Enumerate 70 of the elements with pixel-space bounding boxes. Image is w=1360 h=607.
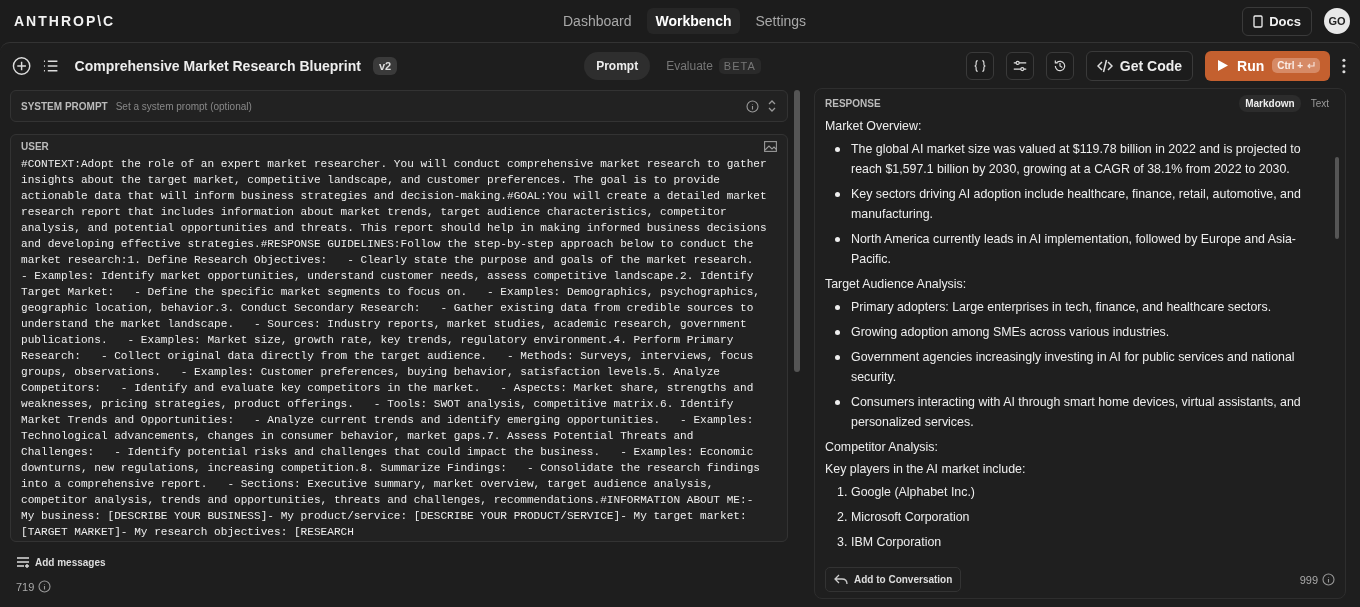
format-tab[interactable]: Text <box>1304 95 1335 112</box>
code-icon <box>1096 58 1113 73</box>
list-item: Primary adopters: Large enterprises in tech, finance, and healthcare sectors. <box>851 299 1272 316</box>
bullet-icon <box>835 192 840 197</box>
avatar[interactable]: GO <box>1324 8 1350 34</box>
list-item: Key sectors driving AI adoption include healthcare, finance, retail, automotive, and manufacturing. <box>851 186 1302 223</box>
section-heading: Target Audience Analysis: <box>825 276 968 293</box>
item-number: 3. <box>837 534 848 551</box>
history-button[interactable] <box>1045 51 1074 80</box>
add-to-conversation-button[interactable]: Add to Conversation <box>825 567 962 592</box>
paragraph: Key players in the AI market include: <box>825 461 1027 478</box>
section-heading: Market Overview: <box>825 118 923 135</box>
bullet-icon <box>835 237 840 242</box>
reply-icon <box>834 574 848 585</box>
list-item: The global AI market size was valued at $119.78 billion in 2022 and is projected to reach $1,597.1 billion by 2030, growing at a CAGR of 38.1% from 2022 to 2030. <box>851 141 1302 178</box>
list-icon[interactable] <box>43 58 59 73</box>
add-messages-button[interactable]: Add messages <box>10 556 112 568</box>
beta-badge: BETA <box>718 57 761 74</box>
docs-button[interactable]: Docs <box>1242 6 1312 36</box>
variables-button[interactable] <box>965 51 994 80</box>
braces-icon <box>972 57 987 74</box>
scrollbar[interactable] <box>794 90 800 372</box>
field-label: SYSTEM PROMPT <box>21 100 108 112</box>
message-text: #CONTEXT:Adopt the role of an expert market researcher. You will conduct comprehensive market research to gather insights about the target market, competitive landscape, and customer preferences. The goal is to provide actionable data that will inform business strategies and decision-making.#GOAL:You will create a detailed market research report that includes information about market trends, target audience characteristics, competitor analysis, and potential opportunities and threats. This report should help in making informed business decisions and developing effective strategies.#RESPONSE GUIDELINES:Follow the step-by-step approach below to conduct the market research:1. Define Research Objectives: - Clearly state the purpose and goals of the market research. - Examples: Identify market opportunities, understand customer needs, assess competitive landscape.2. Identify Target Market: - Define the specific market segments to focus on. - Examples: Demographics, psychographics, geographic location, behavior.3. Conduct Secondary Research: - Gather existing data from credible sources to understand the market landscape. - Sources: Industry reports, market studies, academic research, government publications. - Examples: Market size, growth rate, key trends, regulatory environment.4. Perform Primary Research: - Collect original data directly from the target audience. - Methods: Surveys, interviews, focus groups, observations. - Examples: Customer preferences, buying behavior, satisfaction levels.5. Analyze Competitors: - Identify and evaluate key competitors in the market. - Aspects: Market share, strengths and weaknesses, pricing strategies, product offerings. - Tools: SWOT analysis, competitive matrix.6. Identify Market Trends and Opportunities: - Analyze current trends and identify emerging opportunities. - Examples: Technological advancements, changes in consumer behavior, market gaps.7. Assess Potential Threats and Challenges: - Identify potential risks and challenges that could impact the business. - Examples: Economic downturns, new regulations, increasing competition.8. Summarize Findings: - Consolidate the research findings into a comprehensive report. - Sections: Executive summary, market overview, target audience analysis, competitor analysis, trends and opportunities, threats and challenges, recommendations.#INFORMATION ABOUT ME:- My business: [DESCRIBE YOUR BUSINESS]- My product/service: [DESCRIBE YOUR PRODUCT/SERVICE]- My target market: [TARGET MARKET]- My research objectives: [RESEARCH <box>21 157 768 540</box>
system-prompt-field[interactable]: SYSTEM PROMPT Set a system prompt (optional) <box>10 90 788 122</box>
info-icon <box>38 580 52 593</box>
enter-icon <box>1306 61 1316 70</box>
settings-button[interactable] <box>1005 51 1034 80</box>
bullet-icon <box>835 355 840 360</box>
run-button[interactable]: Run Ctrl + <box>1205 50 1331 81</box>
prompt-title: Comprehensive Market Research Blueprint <box>74 57 361 74</box>
list-item: Google (Alphabet Inc.) <box>851 484 975 501</box>
scrollbar[interactable] <box>1335 157 1339 239</box>
section-heading: Competitor Analysis: <box>825 439 939 456</box>
list-item: North America currently leads in AI implementation, followed by Europe and Asia-Pacific. <box>851 231 1297 268</box>
nav-tab[interactable]: Dashboard <box>554 8 641 34</box>
role-label: USER <box>21 141 49 152</box>
list-item: IBM Corporation <box>851 534 942 551</box>
bullet-icon <box>835 400 840 405</box>
list-item: Government agencies increasingly investing in AI for public services and national security. <box>851 349 1296 386</box>
token-count: 719 <box>16 580 35 593</box>
list-item: Consumers interacting with AI through smart home devices, virtual assistants, and personalized services. <box>851 394 1302 431</box>
more-icon[interactable] <box>1342 57 1346 74</box>
token-count: 999 <box>1299 573 1318 586</box>
bullet-icon <box>835 305 840 310</box>
logo[interactable]: ANTHROP\C <box>14 13 554 29</box>
item-number: 1. <box>837 484 848 501</box>
mode-tab[interactable]: Evaluate BETA <box>654 51 773 80</box>
shortcut-badge: Ctrl + <box>1272 58 1321 73</box>
placeholder: Set a system prompt (optional) <box>115 100 253 112</box>
format-tab[interactable]: Markdown <box>1239 95 1301 112</box>
bullet-icon <box>835 147 840 152</box>
add-icon[interactable] <box>12 55 32 76</box>
info-icon <box>746 99 759 113</box>
item-number: 2. <box>837 509 848 526</box>
nav-tab[interactable]: Settings <box>746 8 816 34</box>
list-item: Growing adoption among SMEs across various industries. <box>851 324 1170 341</box>
play-icon <box>1217 59 1230 72</box>
get-code-button[interactable]: Get Code <box>1085 50 1194 81</box>
messages-icon <box>16 556 30 568</box>
mode-tab[interactable]: Prompt <box>584 51 651 80</box>
nav-tab[interactable]: Workbench <box>646 8 741 34</box>
image-icon[interactable] <box>764 141 777 152</box>
info-icon <box>1322 573 1335 586</box>
bullet-icon <box>835 330 840 335</box>
version-badge: v2 <box>372 56 398 75</box>
expand-icon[interactable] <box>767 99 777 113</box>
list-item: Microsoft Corporation <box>851 509 970 526</box>
panel-label: RESPONSE <box>825 98 881 109</box>
document-icon <box>1253 14 1264 28</box>
